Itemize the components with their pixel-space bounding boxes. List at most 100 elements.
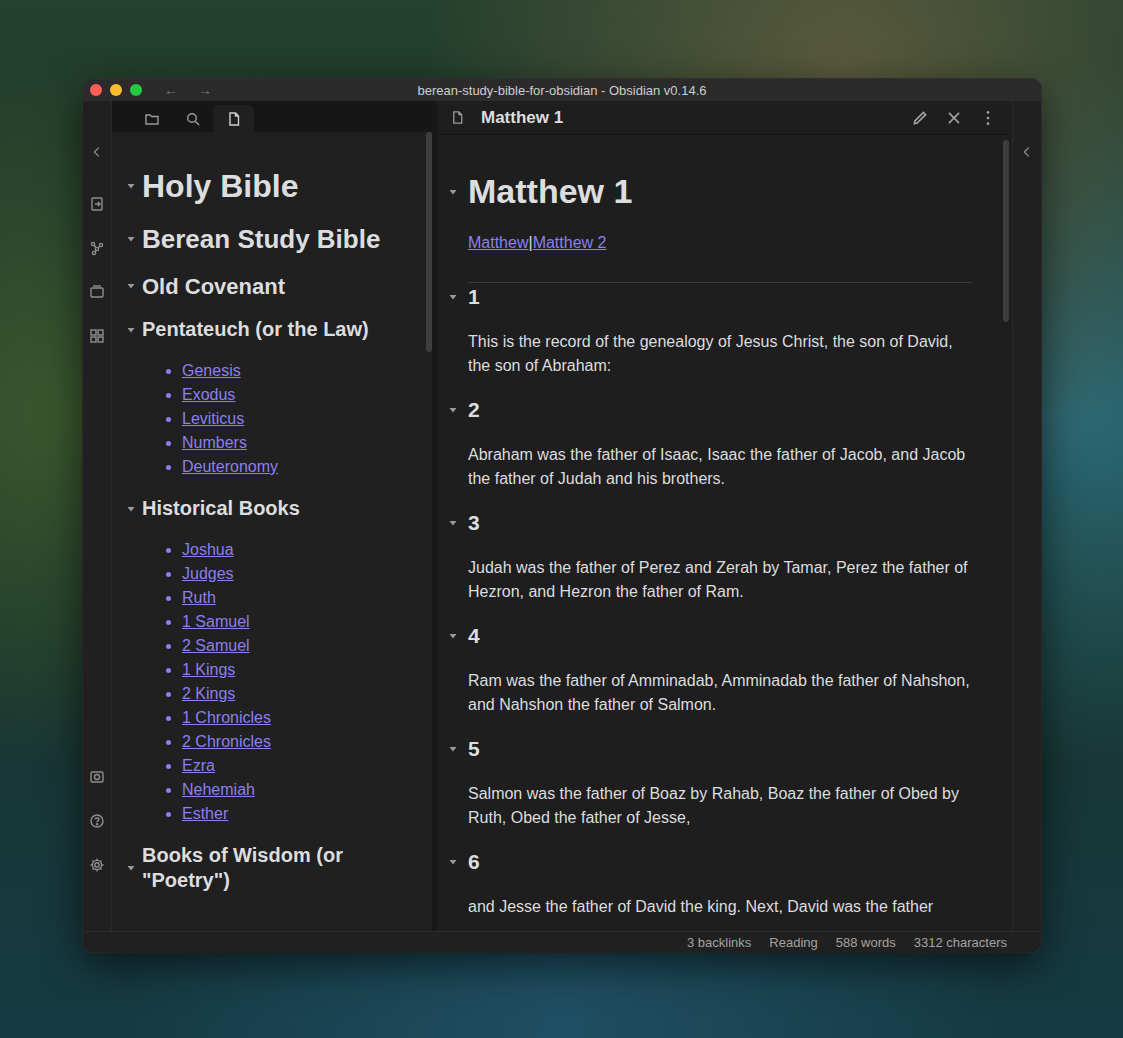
collapse-triangle-icon[interactable] (126, 863, 136, 873)
collapse-triangle-icon[interactable] (448, 518, 458, 528)
file-icon (450, 110, 465, 125)
verse-text: Judah was the father of Perez and Zerah … (468, 556, 972, 604)
view-header: Matthew 1 (438, 101, 1012, 135)
status-item: 3 backlinks (687, 935, 751, 950)
edit-pencil-icon[interactable] (911, 109, 929, 127)
book-link[interactable]: Esther (182, 802, 416, 826)
verse: 2Abraham was the father of Isaac, Isaac … (468, 396, 972, 491)
editor-pane: Matthew 1Matthew 1Matthew|Matthew 21This… (438, 101, 1012, 931)
document: Matthew 1Matthew|Matthew 21This is the r… (438, 135, 1003, 931)
verse-number: 6 (448, 848, 972, 876)
book-link[interactable]: 1 Chronicles (182, 706, 416, 730)
collapse-triangle-icon[interactable] (448, 292, 458, 302)
graph-icon[interactable] (89, 240, 105, 256)
scrollbar-thumb[interactable] (1003, 140, 1009, 322)
horizontal-rule (468, 282, 972, 283)
outline-preview: Holy BibleBerean Study BibleOld Covenant… (112, 132, 426, 931)
collapse-triangle-icon[interactable] (448, 857, 458, 867)
close-window-button[interactable] (90, 84, 102, 96)
verse-number: 1 (448, 283, 972, 311)
book-link[interactable]: Genesis (182, 359, 416, 383)
book-link[interactable]: Deuteronomy (182, 455, 416, 479)
verse: 6and Jesse the father of David the king.… (468, 848, 972, 919)
book-link[interactable]: Ruth (182, 586, 416, 610)
title-bar: ← → berean-study-bible-for-obsidian - Obsi… (83, 79, 1041, 101)
zoom-window-button[interactable] (130, 84, 142, 96)
book-link[interactable]: Nehemiah (182, 778, 416, 802)
verse-text: Salmon was the father of Boaz by Rahab, … (468, 782, 972, 830)
section-heading: Holy Bible (126, 166, 416, 206)
collapse-left-chevron-icon[interactable] (90, 145, 104, 159)
collapse-triangle-icon[interactable] (126, 504, 136, 514)
close-x-icon[interactable] (945, 109, 963, 127)
status-item: 3312 characters (914, 935, 1007, 950)
verse-number: 3 (448, 509, 972, 537)
view-title[interactable]: Matthew 1 (481, 108, 563, 128)
verse-number: 2 (448, 396, 972, 424)
collapse-triangle-icon[interactable] (126, 234, 136, 244)
collapse-triangle-icon[interactable] (126, 325, 136, 335)
book-link[interactable]: 2 Kings (182, 682, 416, 706)
left-ribbon (83, 101, 112, 931)
book-link[interactable]: Joshua (182, 538, 416, 562)
book-link[interactable]: 2 Samuel (182, 634, 416, 658)
plugins-icon[interactable] (89, 328, 105, 344)
nav-button[interactable]: → (198, 82, 212, 98)
collapse-triangle-icon[interactable] (448, 405, 458, 415)
verse: 5Salmon was the father of Boaz by Rahab,… (468, 735, 972, 830)
book-link[interactable]: 2 Chronicles (182, 730, 416, 754)
outline-section: Books of Wisdom (or "Poetry") (126, 843, 416, 893)
book-link[interactable]: Exodus (182, 383, 416, 407)
document-heading: Matthew 1 (448, 171, 1003, 212)
chapter-link[interactable]: Matthew (468, 234, 528, 251)
expand-right-chevron-icon[interactable] (1020, 145, 1034, 159)
collapse-triangle-icon[interactable] (448, 187, 458, 197)
verse: 1This is the record of the genealogy of … (468, 283, 972, 378)
verse: 3Judah was the father of Perez and Zerah… (468, 509, 972, 604)
section-heading: Old Covenant (126, 273, 416, 301)
verse-text: Abraham was the father of Isaac, Isaac t… (468, 443, 972, 491)
minimize-window-button[interactable] (110, 84, 122, 96)
window-controls (83, 84, 142, 96)
chapter-link[interactable]: Matthew 2 (533, 234, 607, 251)
verse-number: 4 (448, 622, 972, 650)
collapse-triangle-icon[interactable] (126, 181, 136, 191)
chapter-links: Matthew|Matthew 2 (468, 231, 1003, 255)
sidebar-tab[interactable] (131, 105, 172, 132)
vault-icon[interactable] (89, 769, 105, 785)
verse: 4Ram was the father of Amminadab, Ammina… (468, 622, 972, 717)
verse-text: This is the record of the genealogy of J… (468, 330, 972, 378)
editor-scrollbar[interactable] (1003, 140, 1009, 931)
outline-section: Holy Bible (126, 166, 416, 206)
slides-icon[interactable] (89, 284, 105, 300)
folder-icon (144, 111, 160, 127)
book-link[interactable]: 1 Kings (182, 658, 416, 682)
status-bar: 3 backlinksReading588 words3312 characte… (83, 931, 1041, 952)
verse-text: and Jesse the father of David the king. … (468, 895, 972, 919)
collapse-triangle-icon[interactable] (448, 744, 458, 754)
window-title: berean-study-bible-for-obsidian - Obsidi… (417, 83, 706, 98)
outline-section: Pentateuch (or the Law) GenesisExodusLevi… (126, 317, 416, 479)
book-list: JoshuaJudgesRuth1 Samuel2 Samuel1 Kings2… (126, 538, 416, 826)
book-link[interactable]: Leviticus (182, 407, 416, 431)
sidebar-tab[interactable] (172, 105, 213, 132)
sidebar-tab[interactable] (213, 105, 254, 132)
collapse-triangle-icon[interactable] (126, 281, 136, 291)
collapse-triangle-icon[interactable] (448, 631, 458, 641)
status-item: Reading (769, 935, 817, 950)
obsidian-window: ← → berean-study-bible-for-obsidian - Obsi… (83, 79, 1041, 952)
more-options-icon[interactable] (979, 109, 997, 127)
quick-switcher-icon[interactable] (89, 196, 105, 212)
settings-gear-icon[interactable] (89, 857, 105, 873)
verse-text: Ram was the father of Amminadab, Amminad… (468, 669, 972, 717)
book-link[interactable]: Ezra (182, 754, 416, 778)
left-sidebar: Holy BibleBerean Study BibleOld Covenant… (112, 101, 432, 931)
nav-button[interactable]: ← (164, 82, 178, 98)
book-link[interactable]: Numbers (182, 431, 416, 455)
section-heading: Pentateuch (or the Law) (126, 317, 416, 342)
search-icon (185, 111, 201, 127)
section-heading: Books of Wisdom (or "Poetry") (126, 843, 416, 893)
book-link[interactable]: Judges (182, 562, 416, 586)
help-icon[interactable] (89, 813, 105, 829)
book-link[interactable]: 1 Samuel (182, 610, 416, 634)
